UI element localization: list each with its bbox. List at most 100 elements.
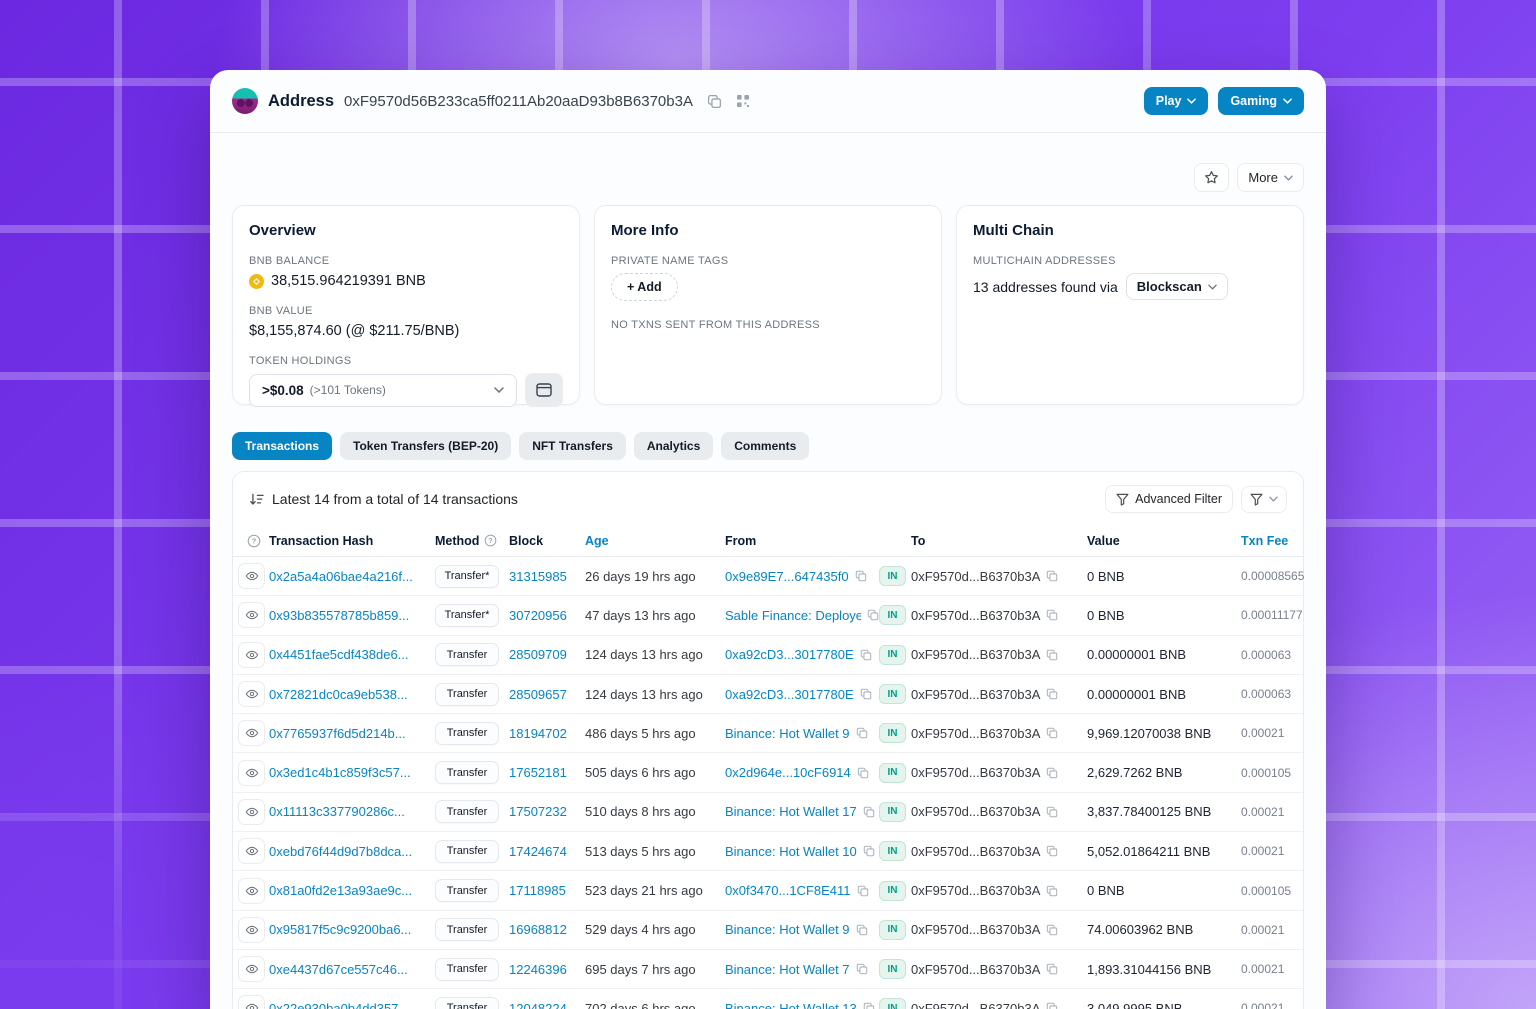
header-txn-fee[interactable]: Txn Fee: [1241, 534, 1305, 548]
block-link[interactable]: 12246396: [509, 962, 567, 977]
block-link[interactable]: 17118985: [509, 883, 566, 898]
tab[interactable]: Comments: [721, 432, 810, 460]
copy-icon[interactable]: [1046, 885, 1058, 897]
copy-icon[interactable]: [856, 963, 868, 975]
transaction-hash-link[interactable]: 0x11113c337790286c...: [269, 804, 405, 819]
copy-icon[interactable]: [1046, 649, 1058, 661]
transaction-hash-link[interactable]: 0x3ed1c4b1c859f3c57...: [269, 765, 411, 780]
copy-icon[interactable]: [1046, 767, 1058, 779]
copy-icon[interactable]: [1046, 845, 1058, 857]
copy-icon[interactable]: [857, 885, 869, 897]
from-address-link[interactable]: 0xa92cD3...3017780E: [725, 687, 854, 702]
qr-code-icon[interactable]: [736, 94, 750, 108]
view-transaction-button[interactable]: [238, 838, 265, 865]
copy-icon[interactable]: [863, 845, 875, 857]
transaction-hash-link[interactable]: 0x81a0fd2e13a93ae9c...: [269, 883, 412, 898]
view-transaction-button[interactable]: [238, 681, 265, 708]
from-address-link[interactable]: Binance: Hot Wallet 9: [725, 922, 850, 937]
block-link[interactable]: 17652181: [509, 765, 567, 780]
block-link[interactable]: 16968812: [509, 922, 567, 937]
cell-from: Binance: Hot Wallet 7: [725, 962, 879, 977]
from-address-link[interactable]: Binance: Hot Wallet 17: [725, 804, 857, 819]
copy-icon[interactable]: [860, 688, 872, 700]
question-circle-icon[interactable]: ?: [247, 534, 261, 548]
from-address-link[interactable]: 0x2d964e...10cF6914: [725, 765, 851, 780]
view-transaction-button[interactable]: [238, 759, 265, 786]
from-address-link[interactable]: 0x0f3470...1CF8E411: [725, 883, 851, 898]
transaction-hash-link[interactable]: 0xebd76f44d9d7b8dca...: [269, 844, 412, 859]
block-link[interactable]: 12048224: [509, 1001, 567, 1009]
wallet-button[interactable]: [525, 373, 563, 407]
advanced-filter-button[interactable]: Advanced Filter: [1105, 485, 1233, 513]
question-circle-icon[interactable]: ?: [484, 534, 497, 547]
view-transaction-button[interactable]: [238, 563, 265, 590]
from-address-link[interactable]: Binance: Hot Wallet 10: [725, 844, 857, 859]
block-link[interactable]: 17507232: [509, 804, 567, 819]
play-button[interactable]: Play: [1143, 87, 1209, 115]
copy-icon[interactable]: [1046, 1002, 1058, 1009]
from-address-link[interactable]: Binance: Hot Wallet 7: [725, 962, 850, 977]
copy-icon[interactable]: [857, 767, 869, 779]
copy-address-icon[interactable]: [707, 94, 722, 109]
view-transaction-button[interactable]: [238, 877, 265, 904]
transaction-hash-link[interactable]: 0x2a5a4a06bae4a216f...: [269, 569, 413, 584]
eye-icon: [245, 689, 258, 699]
from-address-link[interactable]: Binance: Hot Wallet 13: [725, 1001, 857, 1009]
copy-icon[interactable]: [1046, 609, 1058, 621]
token-holdings-select[interactable]: >$0.08 (>101 Tokens): [249, 373, 517, 407]
add-name-tag-button[interactable]: + Add: [611, 273, 678, 301]
tab[interactable]: NFT Transfers: [519, 432, 626, 460]
cell-block: 12048224: [509, 1001, 585, 1009]
view-transaction-button[interactable]: [238, 798, 265, 825]
from-address-link[interactable]: Binance: Hot Wallet 9: [725, 726, 850, 741]
block-link[interactable]: 30720956: [509, 608, 567, 623]
copy-icon[interactable]: [1046, 688, 1058, 700]
transaction-hash-link[interactable]: 0x22e930ba0b4dd357...: [269, 1001, 409, 1009]
copy-icon[interactable]: [867, 609, 879, 621]
block-link[interactable]: 17424674: [509, 844, 567, 859]
header-age-sort[interactable]: Age: [585, 534, 725, 548]
from-address-link[interactable]: 0xa92cD3...3017780E: [725, 647, 854, 662]
tab[interactable]: Transactions: [232, 432, 333, 460]
copy-icon[interactable]: [1046, 924, 1058, 936]
table-body: 0x2a5a4a06bae4a216f... Transfer* 3131598…: [233, 557, 1304, 1009]
transaction-hash-link[interactable]: 0x7765937f6d5d214b...: [269, 726, 406, 741]
copy-icon[interactable]: [1046, 570, 1058, 582]
transaction-hash-link[interactable]: 0x93b835578785b859...: [269, 608, 409, 623]
copy-icon[interactable]: [1046, 963, 1058, 975]
copy-icon[interactable]: [856, 727, 868, 739]
view-transaction-button[interactable]: [238, 641, 265, 668]
view-transaction-button[interactable]: [238, 720, 265, 747]
copy-icon[interactable]: [860, 649, 872, 661]
transaction-hash-link[interactable]: 0x4451fae5cdf438de6...: [269, 647, 409, 662]
transaction-hash-link[interactable]: 0x95817f5c9c9200ba6...: [269, 922, 411, 937]
transaction-hash-link[interactable]: 0xe4437d67ce557c46...: [269, 962, 408, 977]
tab[interactable]: Token Transfers (BEP-20): [340, 432, 512, 460]
block-link[interactable]: 28509709: [509, 647, 567, 662]
method-badge: Transfer*: [435, 564, 499, 588]
view-transaction-button[interactable]: [238, 916, 265, 943]
copy-icon[interactable]: [1046, 727, 1058, 739]
block-link[interactable]: 18194702: [509, 726, 567, 741]
transaction-hash-link[interactable]: 0x72821dc0ca9eb538...: [269, 687, 408, 702]
view-transaction-button[interactable]: [238, 602, 265, 629]
filter-dropdown-button[interactable]: [1241, 485, 1287, 513]
more-button[interactable]: More: [1237, 163, 1304, 192]
view-transaction-button[interactable]: [238, 956, 265, 983]
table-caption-row: Latest 14 from a total of 14 transaction…: [233, 472, 1303, 525]
copy-icon[interactable]: [1046, 806, 1058, 818]
copy-icon[interactable]: [863, 806, 875, 818]
tab[interactable]: Analytics: [633, 432, 714, 460]
blockscan-provider-button[interactable]: Blockscan: [1125, 273, 1228, 300]
from-address-link[interactable]: 0x9e89E7...647435f0: [725, 569, 849, 584]
view-transaction-button[interactable]: [238, 995, 265, 1009]
from-address-link[interactable]: Sable Finance: Deployer: [725, 608, 861, 623]
copy-icon[interactable]: [856, 924, 868, 936]
block-link[interactable]: 28509657: [509, 687, 567, 702]
copy-icon[interactable]: [863, 1002, 875, 1009]
favorite-star-button[interactable]: [1194, 163, 1230, 192]
direction-in-badge: IN: [879, 919, 906, 940]
gaming-button[interactable]: Gaming: [1218, 87, 1304, 115]
copy-icon[interactable]: [855, 570, 867, 582]
block-link[interactable]: 31315985: [509, 569, 567, 584]
